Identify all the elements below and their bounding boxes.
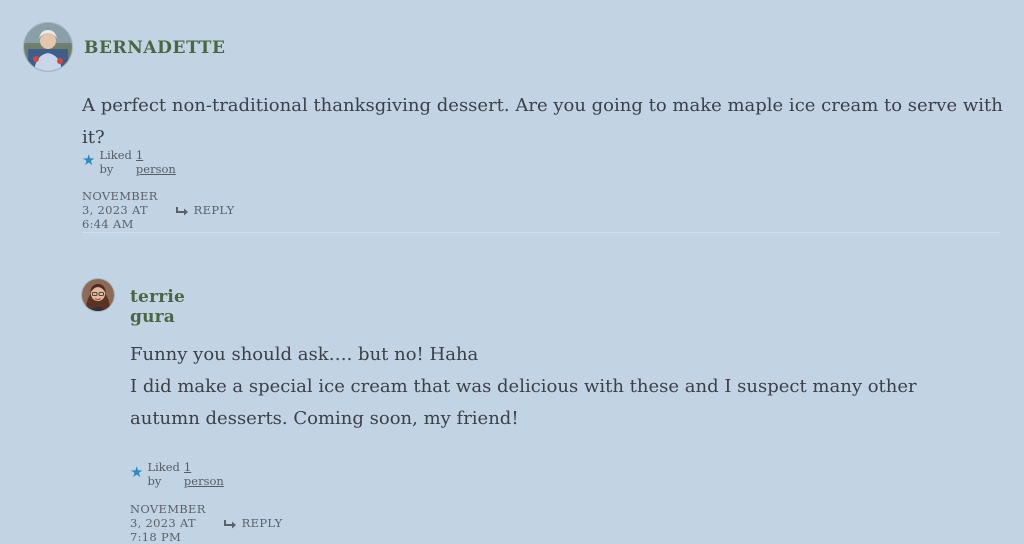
star-icon: ★ — [82, 150, 96, 169]
likes-summary: ★ Liked by 1 person — [130, 460, 224, 488]
avatar[interactable] — [82, 279, 114, 311]
star-icon: ★ — [130, 462, 144, 481]
comment-text: A perfect non-traditional thanksgiving d… — [82, 90, 1012, 154]
comment-text: Funny you should ask…. but no! Haha I di… — [130, 339, 990, 435]
likes-link[interactable]: 1 person — [136, 148, 176, 176]
reply-button[interactable]: REPLY — [175, 203, 235, 217]
avatar[interactable] — [24, 23, 72, 71]
likes-prefix: Liked by — [147, 460, 180, 488]
comment-date[interactable]: NOVEMBER 3, 2023 AT 7:18 PM — [130, 502, 206, 544]
comment-text-line: I did make a special ice cream that was … — [130, 376, 917, 429]
reply-button[interactable]: REPLY — [223, 516, 283, 530]
reply-arrow-icon — [175, 206, 188, 215]
comment-text-line: Funny you should ask…. but no! Haha — [130, 344, 479, 365]
reply-label: REPLY — [193, 203, 235, 217]
comment-text-line: A perfect non-traditional thanksgiving d… — [82, 95, 1003, 148]
comment-meta: NOVEMBER 3, 2023 AT 7:18 PM REPLY — [130, 502, 282, 544]
reply-arrow-icon — [223, 519, 236, 528]
comment-author[interactable]: BERNADETTE — [84, 38, 226, 58]
comment-author[interactable]: terrie gura — [130, 287, 185, 327]
reply-label: REPLY — [241, 516, 283, 530]
likes-prefix: Liked by — [99, 148, 132, 176]
comment-date[interactable]: NOVEMBER 3, 2023 AT 6:44 AM — [82, 189, 158, 231]
likes-link[interactable]: 1 person — [184, 460, 224, 488]
comment-divider — [82, 232, 1000, 233]
likes-summary: ★ Liked by 1 person — [82, 148, 176, 176]
comment-meta: NOVEMBER 3, 2023 AT 6:44 AM REPLY — [82, 189, 234, 231]
